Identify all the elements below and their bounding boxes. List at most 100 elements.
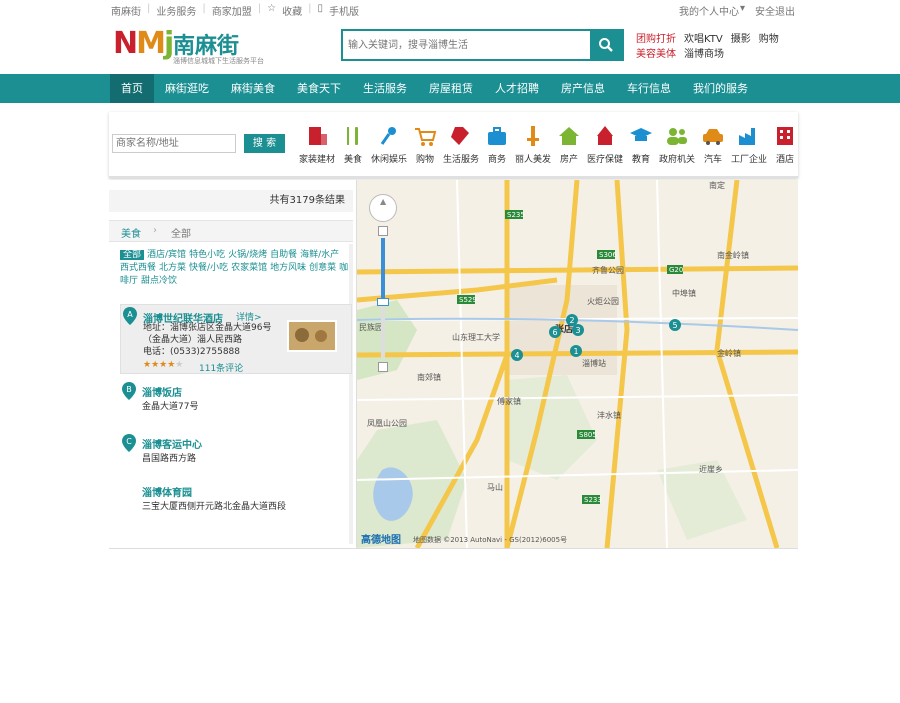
filter-item[interactable]: 甜点冷饮 bbox=[141, 276, 177, 286]
nav-item[interactable]: 麻街逛吃 bbox=[154, 74, 220, 103]
map-view[interactable]: S235 G20 S306 S529 S805 S233 南金岭镇 齐鲁公园 中… bbox=[357, 180, 798, 548]
hotel-icon bbox=[777, 127, 793, 145]
svg-text:沣水镇: 沣水镇 bbox=[597, 410, 621, 420]
filter-item[interactable]: 特色小吃 bbox=[189, 250, 225, 260]
logout-link[interactable]: 安全退出 bbox=[755, 3, 795, 18]
category-house[interactable]: 房产 bbox=[551, 122, 587, 165]
medical-icon bbox=[597, 126, 613, 145]
result-title[interactable]: 淄博体育园 bbox=[142, 484, 192, 499]
nav-item[interactable]: 房屋租赁 bbox=[418, 74, 484, 103]
nav-item[interactable]: 房产信息 bbox=[550, 74, 616, 103]
zoom-in-button[interactable] bbox=[378, 226, 388, 236]
category-car[interactable]: 汽车 bbox=[695, 122, 731, 165]
filter-item[interactable]: 创意菜 bbox=[309, 263, 336, 273]
map-canvas: S235 G20 S306 S529 S805 S233 南金岭镇 齐鲁公园 中… bbox=[357, 180, 798, 548]
category-label: 休闲娱乐 bbox=[371, 155, 408, 165]
filter-item[interactable]: 快餐/小吃 bbox=[189, 263, 228, 273]
filter-item[interactable]: 酒店/宾馆 bbox=[147, 250, 186, 260]
top-link-mobile[interactable]: 手机版 bbox=[329, 3, 359, 18]
nav-item[interactable]: 车行信息 bbox=[616, 74, 682, 103]
crumb-sub: 全部 bbox=[171, 229, 191, 240]
svg-text:6: 6 bbox=[552, 328, 557, 337]
svg-text:近崖乡: 近崖乡 bbox=[699, 464, 723, 474]
crumb-category[interactable]: 美食 bbox=[121, 225, 141, 240]
result-thumbnail[interactable] bbox=[287, 320, 337, 352]
pan-control[interactable]: ▲ bbox=[369, 194, 397, 222]
svg-text:地图数据 ©2013 AutoNavi - GS(2012): 地图数据 ©2013 AutoNavi - GS(2012)6005号 bbox=[413, 535, 567, 544]
nav-item-home[interactable]: 首页 bbox=[110, 74, 154, 103]
svg-text:C: C bbox=[126, 437, 132, 446]
category-people[interactable]: 政府机关 bbox=[659, 122, 695, 165]
category-briefcase[interactable]: 商务 bbox=[479, 122, 515, 165]
nav-item[interactable]: 生活服务 bbox=[352, 74, 418, 103]
filter-item[interactable]: 地方风味 bbox=[270, 263, 306, 273]
result-title[interactable]: 淄博客运中心 bbox=[142, 436, 202, 451]
result-title[interactable]: 淄博饭店 bbox=[142, 384, 182, 399]
top-link-service[interactable]: 业务服务 bbox=[156, 3, 196, 18]
nav-item[interactable]: 人才招聘 bbox=[484, 74, 550, 103]
svg-text:3: 3 bbox=[575, 326, 580, 335]
search-button[interactable] bbox=[590, 31, 622, 59]
nav-item[interactable]: 麻街美食 bbox=[220, 74, 286, 103]
category-label: 丽人美发 bbox=[515, 155, 552, 165]
category-label: 购物 bbox=[415, 155, 434, 165]
top-link-home[interactable]: 南麻街 bbox=[111, 3, 141, 18]
filter-item[interactable]: 北方菜 bbox=[159, 263, 186, 273]
category-tag[interactable]: 生活服务 bbox=[443, 122, 479, 165]
top-links: 南麻街 | 业务服务 | 商家加盟 | ☆ 收藏 | ▯ 手机版 bbox=[111, 3, 359, 18]
review-link[interactable]: 111条评论 bbox=[199, 361, 243, 374]
category-hotel[interactable]: 酒店 bbox=[767, 122, 803, 165]
svg-text:民族园: 民族园 bbox=[359, 322, 383, 332]
list-item[interactable]: C 淄博客运中心 昌国路西方路 bbox=[120, 432, 352, 472]
hot-link[interactable]: 淄博商场 bbox=[684, 49, 724, 60]
svg-text:凤凰山公园: 凤凰山公园 bbox=[367, 418, 407, 428]
nav-item[interactable]: 美食天下 bbox=[286, 74, 352, 103]
svg-text:G20: G20 bbox=[669, 266, 683, 274]
people-icon bbox=[667, 128, 687, 145]
filter-item[interactable]: 自助餐 bbox=[270, 250, 297, 260]
svg-text:南定: 南定 bbox=[709, 180, 725, 190]
hot-link[interactable]: 摄影 bbox=[731, 34, 751, 45]
category-comb[interactable]: 丽人美发 bbox=[515, 122, 551, 165]
user-center-link[interactable]: 我的个人中心 bbox=[679, 3, 739, 18]
site-logo[interactable]: NMj 南麻街 淄博信息城城下生活服务平台 bbox=[113, 26, 303, 68]
hot-link[interactable]: 欢唱KTV bbox=[684, 34, 723, 45]
category-factory[interactable]: 工厂企业 bbox=[731, 122, 767, 165]
category-label: 工厂企业 bbox=[731, 155, 768, 165]
house-icon bbox=[559, 127, 579, 145]
top-link-favorite[interactable]: 收藏 bbox=[282, 3, 302, 18]
filter-item[interactable]: 农家菜馆 bbox=[231, 263, 267, 273]
result-address: 昌国路西方路 bbox=[142, 454, 197, 464]
hot-link[interactable]: 购物 bbox=[759, 34, 779, 45]
filter-item[interactable]: 海鲜/水产 bbox=[300, 250, 339, 260]
category-fork-knife[interactable]: 美食 bbox=[335, 122, 371, 165]
svg-text:南金岭镇: 南金岭镇 bbox=[717, 250, 749, 260]
result-address: 地址：淄博张店区金晶大道96号 bbox=[143, 323, 272, 333]
filter-item[interactable]: 全部 bbox=[120, 250, 145, 260]
star-icon: ☆ bbox=[267, 3, 277, 14]
result-address: 金晶大道77号 bbox=[142, 402, 199, 412]
merchant-search-button[interactable]: 搜 索 bbox=[244, 134, 285, 153]
list-item[interactable]: A 淄博世纪联华酒店 详情> 地址：淄博张店区金晶大道96号 （金晶大道）淄人民… bbox=[120, 304, 352, 374]
graduation-cap-icon bbox=[630, 128, 652, 141]
logo-slogan: 淄博信息城城下生活服务平台 bbox=[173, 57, 264, 65]
category-building[interactable]: 家装建材 bbox=[299, 122, 335, 165]
zoom-handle[interactable] bbox=[377, 298, 389, 306]
chevron-right-icon: › bbox=[153, 225, 157, 236]
top-link-join[interactable]: 商家加盟 bbox=[212, 3, 252, 18]
filter-item[interactable]: 火锅/烧烤 bbox=[228, 250, 267, 260]
category-microphone[interactable]: 休闲娱乐 bbox=[371, 122, 407, 165]
filter-item[interactable]: 西式西餐 bbox=[120, 263, 156, 273]
list-item[interactable]: B 淄博饭店 金晶大道77号 bbox=[120, 380, 352, 420]
nav-item[interactable]: 我们的服务 bbox=[682, 74, 759, 103]
hot-link[interactable]: 美容美体 bbox=[636, 49, 676, 60]
category-graduation-cap[interactable]: 教育 bbox=[623, 122, 659, 165]
category-cart[interactable]: 购物 bbox=[407, 122, 443, 165]
category-medical[interactable]: 医疗保健 bbox=[587, 122, 623, 165]
list-item[interactable]: 淄博体育园 三宝大厦西侧开元路北金晶大道西段 bbox=[120, 482, 352, 522]
merchant-search-input[interactable] bbox=[112, 134, 236, 153]
map-pin-icon: B bbox=[122, 382, 136, 400]
zoom-out-button[interactable] bbox=[378, 362, 388, 372]
search-input[interactable] bbox=[348, 36, 588, 54]
hot-link[interactable]: 团购打折 bbox=[636, 34, 676, 45]
